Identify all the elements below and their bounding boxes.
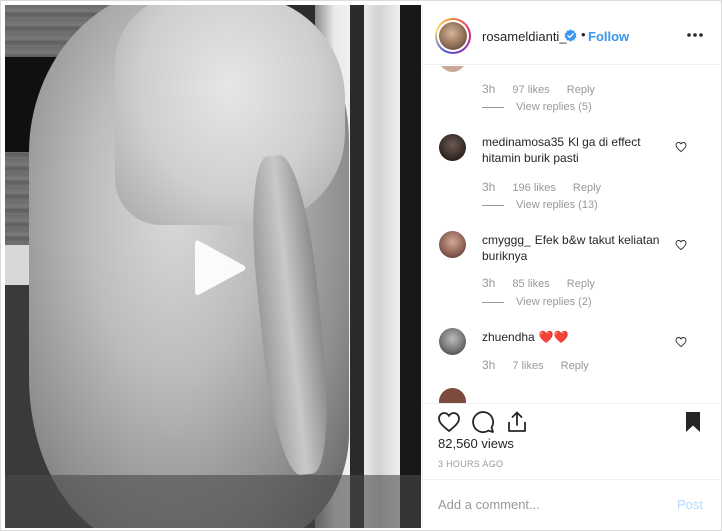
comment-body: cmyggg_ Efek b&w takut keliatan buriknya: [482, 232, 682, 264]
comment-username[interactable]: zhuendha: [482, 330, 535, 344]
comment-time: 3h: [482, 82, 496, 96]
comment-username[interactable]: medinamosa35: [482, 135, 564, 149]
comment-meta: 3h 85 likes Reply: [482, 276, 595, 290]
comment-meta: 3h 196 likes Reply: [482, 180, 601, 194]
comment-likes[interactable]: 196 likes: [512, 182, 555, 194]
reply-button[interactable]: Reply: [573, 182, 601, 194]
comment-time: 3h: [482, 358, 496, 372]
comment-likes[interactable]: 7 likes: [512, 360, 543, 372]
replies-divider: [482, 204, 504, 206]
comment-text: ❤️❤️: [538, 330, 569, 344]
bookmark-icon[interactable]: [681, 410, 705, 434]
post-sidebar: rosameldianti_ • Follow 3h 97 likes Repl…: [422, 5, 720, 528]
share-icon[interactable]: [505, 410, 529, 434]
follow-button[interactable]: Follow: [588, 29, 629, 44]
comment-avatar[interactable]: [439, 66, 466, 72]
comment-meta: 3h 7 likes Reply: [482, 358, 589, 372]
curtain: [400, 5, 421, 528]
comment-likes[interactable]: 85 likes: [512, 278, 549, 290]
view-replies-button[interactable]: View replies (13): [482, 199, 598, 211]
reply-button[interactable]: Reply: [567, 278, 595, 290]
window-frame: [350, 5, 364, 528]
post-username[interactable]: rosameldianti_: [482, 29, 567, 44]
view-replies-label: View replies (5): [516, 101, 592, 113]
comment-body: zhuendha ❤️❤️: [482, 329, 682, 345]
heart-icon[interactable]: [437, 410, 461, 434]
comment-avatar[interactable]: [439, 231, 466, 258]
comment-username[interactable]: cmyggg_: [482, 233, 531, 247]
post-header: rosameldianti_ • Follow: [423, 5, 720, 65]
play-icon[interactable]: [191, 237, 249, 299]
video-subject-shirt: [115, 5, 345, 225]
comment-like-icon[interactable]: [675, 141, 687, 153]
comment-meta: 3h 97 likes Reply: [482, 82, 595, 96]
header-separator: •: [581, 27, 586, 42]
comment-time: 3h: [482, 276, 496, 290]
comment-avatar[interactable]: [439, 328, 466, 355]
replies-divider: [482, 301, 504, 303]
comment-body: medinamosa35 Kl ga di effect hitamin buri…: [482, 134, 682, 166]
avatar[interactable]: [435, 18, 471, 54]
post-actions: [423, 403, 720, 435]
comment-time: 3h: [482, 180, 496, 194]
view-replies-button[interactable]: View replies (2): [482, 296, 592, 308]
comment-composer: Post: [423, 479, 720, 528]
comment-input[interactable]: [438, 494, 658, 514]
view-replies-button[interactable]: View replies (5): [482, 101, 592, 113]
more-options-icon[interactable]: [685, 27, 705, 43]
background-floor: [5, 475, 421, 528]
post-comment-button[interactable]: Post: [677, 497, 703, 512]
verified-badge-icon: [564, 29, 577, 42]
comment-avatar[interactable]: [439, 388, 466, 403]
replies-divider: [482, 106, 504, 108]
comment-avatar[interactable]: [439, 134, 466, 161]
view-count[interactable]: 82,560 views: [438, 436, 514, 451]
reply-button[interactable]: Reply: [567, 84, 595, 96]
comment-icon[interactable]: [471, 410, 495, 434]
comment-like-icon[interactable]: [675, 336, 687, 348]
reply-button[interactable]: Reply: [561, 360, 589, 372]
comment-like-icon[interactable]: [675, 239, 687, 251]
view-replies-label: View replies (13): [516, 199, 598, 211]
comments-list[interactable]: 3h 97 likes Reply View replies (5) medin…: [423, 66, 720, 403]
view-replies-label: View replies (2): [516, 296, 592, 308]
comment-likes[interactable]: 97 likes: [512, 84, 549, 96]
post-modal: rosameldianti_ • Follow 3h 97 likes Repl…: [0, 0, 722, 531]
partial-comment: [439, 388, 659, 403]
post-video[interactable]: [5, 5, 421, 528]
post-timestamp: 3 HOURS AGO: [438, 459, 504, 469]
